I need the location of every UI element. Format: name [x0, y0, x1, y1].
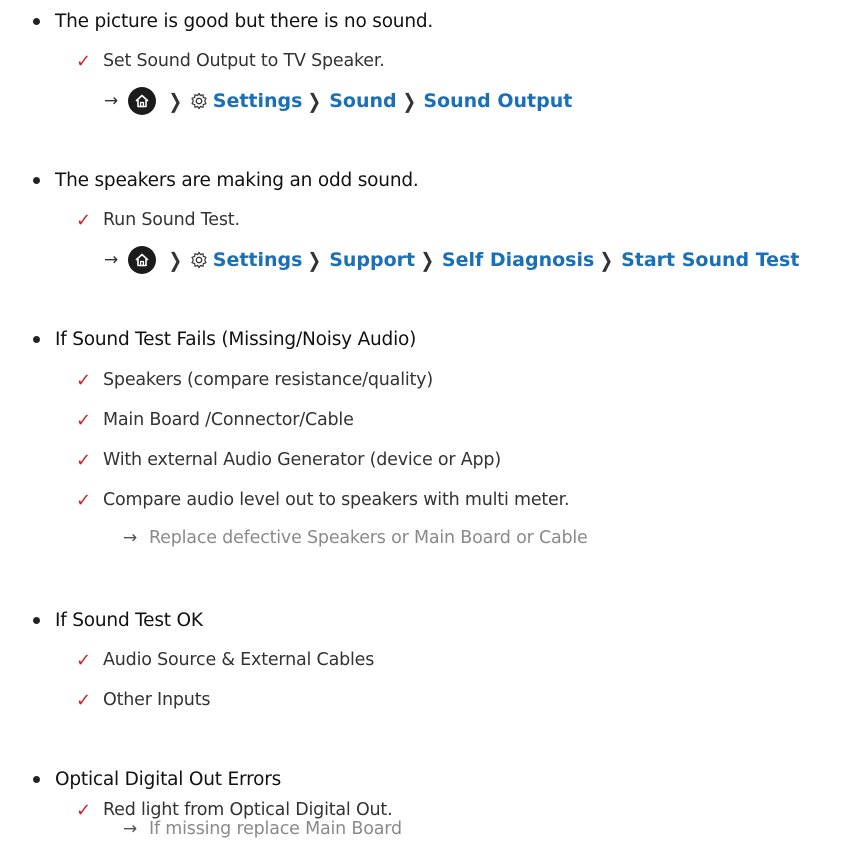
chevron-right-icon: ❯: [168, 89, 183, 113]
path-sound-output[interactable]: Sound Output: [423, 90, 572, 112]
section-heading: The speakers are making an odd sound.: [55, 169, 419, 191]
arrow-right-icon: →: [104, 91, 119, 111]
arrow-right-icon: →: [104, 250, 119, 270]
gear-icon: [190, 251, 208, 269]
check-mark-icon: ✓: [76, 369, 92, 391]
section-heading: The picture is good but there is no soun…: [55, 10, 434, 32]
check-mark-icon: ✓: [76, 689, 92, 711]
home-icon[interactable]: [128, 246, 156, 274]
menu-path: ❯ Settings ❯ Support ❯ Self Diagnosis ❯ …: [128, 246, 799, 274]
check-text: Audio Source & External Cables: [103, 650, 375, 670]
path-support[interactable]: Support: [329, 249, 415, 271]
section-heading: If Sound Test OK: [55, 609, 203, 631]
chevron-right-icon: ❯: [420, 248, 435, 272]
check-text: With external Audio Generator (device or…: [103, 450, 501, 470]
home-icon[interactable]: [128, 87, 156, 115]
chevron-right-icon: ❯: [599, 248, 614, 272]
gear-icon: [190, 92, 208, 110]
chevron-right-icon: ❯: [402, 89, 416, 113]
check-text: Other Inputs: [103, 690, 211, 710]
check-text: Set Sound Output to TV Speaker.: [103, 51, 385, 71]
check-mark-icon: ✓: [76, 799, 92, 821]
check-text: Main Board /Connector/Cable: [103, 410, 354, 430]
chevron-right-icon: ❯: [308, 248, 322, 272]
bullet: [33, 776, 40, 783]
check-text: Speakers (compare resistance/quality): [103, 370, 433, 390]
bullet: [33, 336, 40, 343]
arrow-right-icon: →: [123, 819, 138, 839]
check-mark-icon: ✓: [76, 489, 92, 511]
chevron-right-icon: ❯: [168, 248, 183, 272]
section-heading: If Sound Test Fails (Missing/Noisy Audio…: [55, 328, 417, 350]
check-text: Run Sound Test.: [103, 210, 240, 230]
path-self-diagnosis[interactable]: Self Diagnosis: [442, 249, 594, 271]
path-settings[interactable]: Settings: [213, 90, 303, 112]
section-heading: Optical Digital Out Errors: [55, 768, 282, 790]
arrow-right-icon: →: [123, 528, 138, 548]
check-mark-icon: ✓: [76, 449, 92, 471]
path-sound[interactable]: Sound: [329, 90, 396, 112]
bullet: [33, 18, 40, 25]
check-text: Compare audio level out to speakers with…: [103, 490, 570, 510]
check-mark-icon: ✓: [76, 649, 92, 671]
bullet: [33, 617, 40, 624]
check-mark-icon: ✓: [76, 409, 92, 431]
check-mark-icon: ✓: [76, 50, 92, 72]
bullet: [33, 177, 40, 184]
check-mark-icon: ✓: [76, 209, 92, 231]
chevron-right-icon: ❯: [308, 89, 322, 113]
path-start-sound-test[interactable]: Start Sound Test: [621, 249, 799, 271]
note-text: Replace defective Speakers or Main Board…: [149, 528, 588, 548]
path-settings[interactable]: Settings: [213, 249, 303, 271]
menu-path: ❯ Settings ❯ Sound ❯ Sound Output: [128, 87, 572, 115]
check-text: Red light from Optical Digital Out.: [103, 800, 393, 820]
note-text: If missing replace Main Board: [149, 819, 402, 839]
